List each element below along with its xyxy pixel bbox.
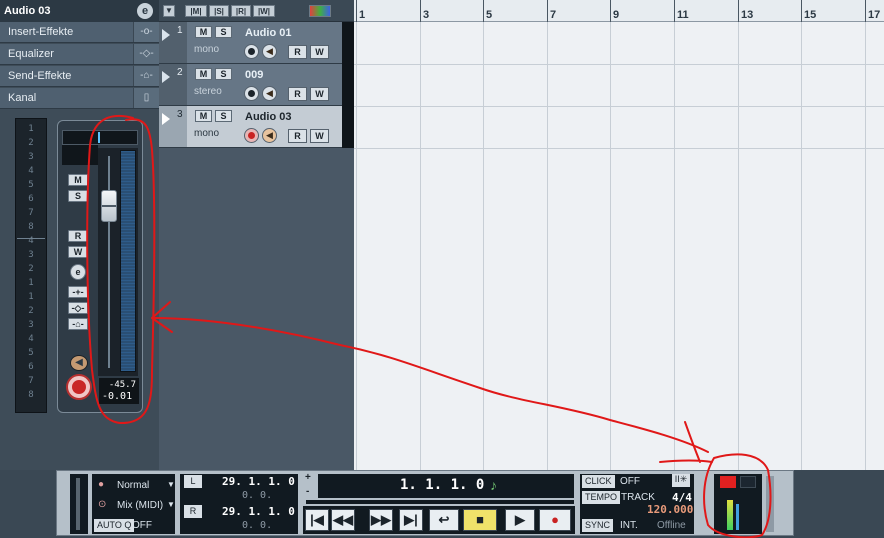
meter-highlight-circle xyxy=(703,453,772,538)
arrow-head-icon xyxy=(151,301,173,333)
annotation-overlay xyxy=(86,114,772,538)
fader-highlight-circle xyxy=(86,114,156,425)
arrow-line xyxy=(151,317,709,453)
